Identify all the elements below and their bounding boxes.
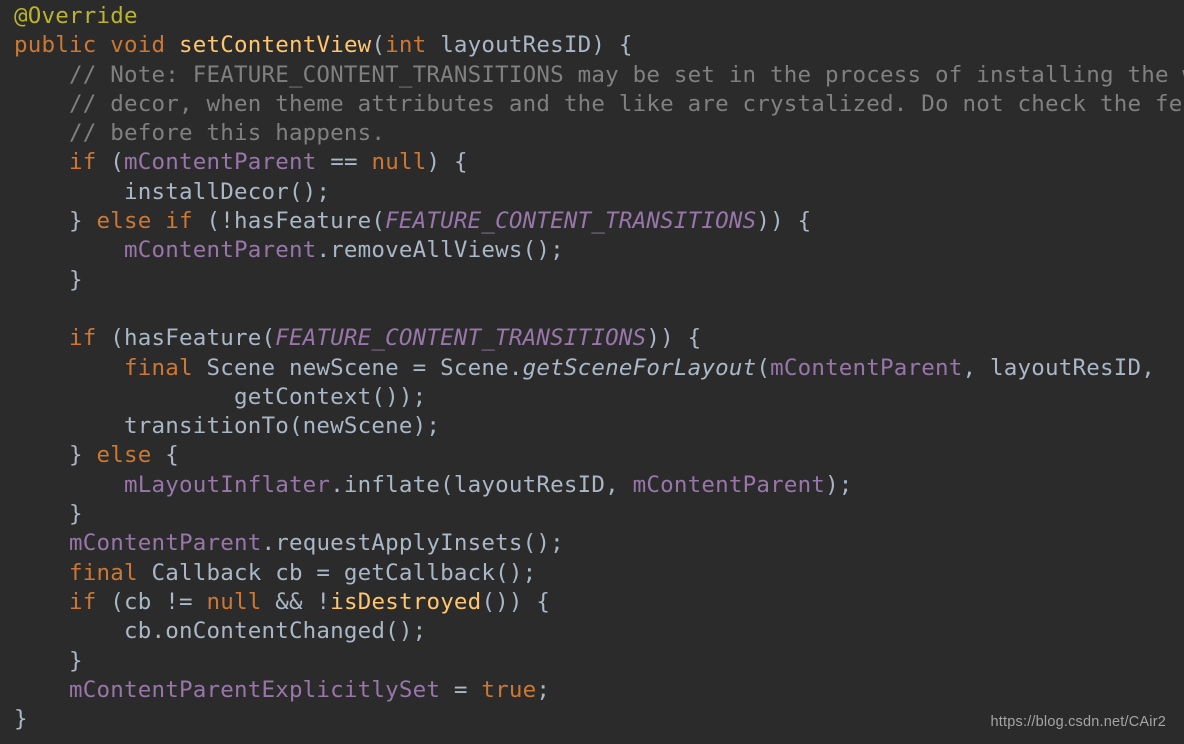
comment-line3: // before this happens. [69,120,385,146]
kw-if3: if [69,589,97,615]
field-mcontentparent3: mContentParent [770,355,962,381]
field-mcontentparent2: mContentParent [124,237,316,263]
call-oncontentchanged: cb.onContentChanged(); [124,618,426,644]
kw-elseif: else if [96,208,192,234]
param-layoutresid: layoutResID [440,32,591,58]
callback-assign: Callback cb = getCallback(); [138,560,537,586]
call-inflate-a: .inflate(layoutResID, [330,472,632,498]
call-removeallviews: .removeAllViews(); [316,237,563,263]
const-fct2: FEATURE_CONTENT_TRANSITIONS [275,325,646,351]
kw-true: true [481,677,536,703]
const-fct1: FEATURE_CONTENT_TRANSITIONS [385,208,756,234]
watermark-text: https://blog.csdn.net/CAir2 [991,714,1166,730]
call-isdestroyed: isDestroyed [330,589,481,615]
kw-void: void [110,32,165,58]
kw-else: else [96,442,151,468]
call-installdecor: installDecor(); [124,179,330,205]
comment-line1: // Note: FEATURE_CONTENT_TRANSITIONS may… [69,62,1184,88]
code-block: @Override public void setContentView(int… [0,0,1184,734]
field-mcontentparent4: mContentParent [633,472,825,498]
kw-public: public [14,32,96,58]
call-transitionto: transitionTo(newScene); [124,413,440,439]
kw-if2: if [69,325,97,351]
comment-line2: // decor, when theme attributes and the … [69,91,1184,117]
call-getcontext: getContext()); [234,384,426,410]
kw-if: if [69,149,97,175]
field-explicitlyset: mContentParentExplicitlySet [69,677,440,703]
field-mlayoutinflater: mLayoutInflater [124,472,330,498]
kw-null2: null [206,589,261,615]
kw-null: null [371,149,426,175]
scene-assign: Scene newScene = Scene. [193,355,523,381]
annotation: @Override [14,3,138,29]
kw-final: final [124,355,193,381]
field-mcontentparent5: mContentParent [69,530,261,556]
field-mcontentparent: mContentParent [124,149,316,175]
static-getsceneforlayout: getSceneForLayout [523,355,757,381]
method-name: setContentView [179,32,371,58]
kw-final2: final [69,560,138,586]
kw-int: int [385,32,426,58]
call-requestapplyinsets: .requestApplyInsets(); [261,530,563,556]
